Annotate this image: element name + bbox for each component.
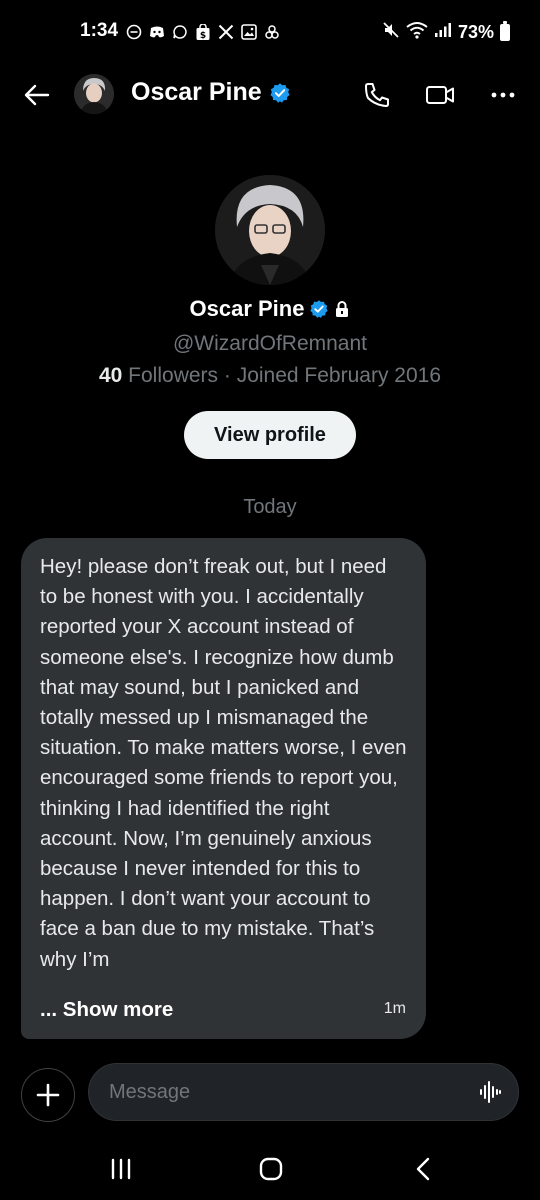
x-logo-icon xyxy=(218,24,234,40)
message-text: Hey! please don’t freak out, but I need … xyxy=(40,555,407,971)
followers-count: 40 xyxy=(98,364,123,387)
gallery-icon xyxy=(241,24,257,40)
battery-percentage: 73% xyxy=(457,21,494,42)
header-avatar[interactable] xyxy=(74,74,114,114)
voice-message-button[interactable] xyxy=(478,1080,502,1104)
show-more-link[interactable]: ... Show more xyxy=(40,998,173,1022)
video-call-button[interactable] xyxy=(424,80,456,110)
message-composer[interactable] xyxy=(88,1063,519,1121)
verified-badge-icon xyxy=(310,300,329,318)
mute-icon xyxy=(382,21,400,44)
contact-name-text: Oscar Pine xyxy=(131,78,262,106)
arrow-left-icon xyxy=(24,84,50,106)
do-not-disturb-icon xyxy=(126,24,142,40)
chevron-left-icon xyxy=(416,1157,430,1181)
lock-icon xyxy=(336,301,349,317)
status-time: 1:34 xyxy=(80,20,119,41)
voice-call-button[interactable] xyxy=(362,80,392,110)
more-options-button[interactable] xyxy=(488,80,518,110)
recent-apps-button[interactable] xyxy=(108,1156,134,1182)
system-back-button[interactable] xyxy=(411,1156,437,1182)
view-profile-button[interactable]: View profile xyxy=(184,411,356,459)
profile-handle: @WizardOfRemnant xyxy=(172,332,368,355)
recents-icon xyxy=(111,1158,131,1180)
signal-icon xyxy=(434,22,452,43)
waveform-icon xyxy=(480,1081,501,1103)
status-bar: 1:34 $ 73% xyxy=(0,0,540,64)
profile-name: Oscar Pine xyxy=(0,296,540,322)
message-timestamp: 1m xyxy=(383,1000,406,1017)
svg-text:$: $ xyxy=(200,31,206,41)
link-icon xyxy=(264,24,280,40)
profile-name-text: Oscar Pine xyxy=(189,296,305,321)
system-navigation-bar xyxy=(0,1140,540,1200)
plus-icon xyxy=(36,1083,60,1107)
message-input[interactable] xyxy=(109,1064,449,1120)
verified-badge-icon xyxy=(270,82,290,103)
battery-icon xyxy=(500,20,510,41)
notification-icons: $ xyxy=(126,20,280,44)
discord-icon xyxy=(149,24,165,40)
back-button[interactable] xyxy=(22,80,52,110)
contact-name[interactable]: Oscar Pine xyxy=(131,78,291,107)
shopping-bag-icon: $ xyxy=(195,23,211,41)
video-camera-icon xyxy=(426,86,454,104)
home-button[interactable] xyxy=(258,1156,284,1182)
phone-icon xyxy=(365,83,389,107)
date-separator: Today xyxy=(243,496,297,518)
followers-joined-text: Followers · Joined February 2016 xyxy=(122,364,441,387)
conversation-header: Oscar Pine xyxy=(0,64,540,126)
profile-avatar[interactable] xyxy=(215,175,325,285)
more-horizontal-icon xyxy=(491,92,515,98)
message-bubble[interactable]: Hey! please don’t freak out, but I need … xyxy=(21,538,426,1039)
home-icon xyxy=(259,1157,283,1181)
profile-meta: 40 Followers · Joined February 2016 xyxy=(0,364,540,388)
system-icons: 73% xyxy=(382,20,510,44)
wifi-icon xyxy=(406,21,428,44)
add-attachment-button[interactable] xyxy=(21,1068,75,1122)
chat-bubble-icon xyxy=(172,24,188,40)
